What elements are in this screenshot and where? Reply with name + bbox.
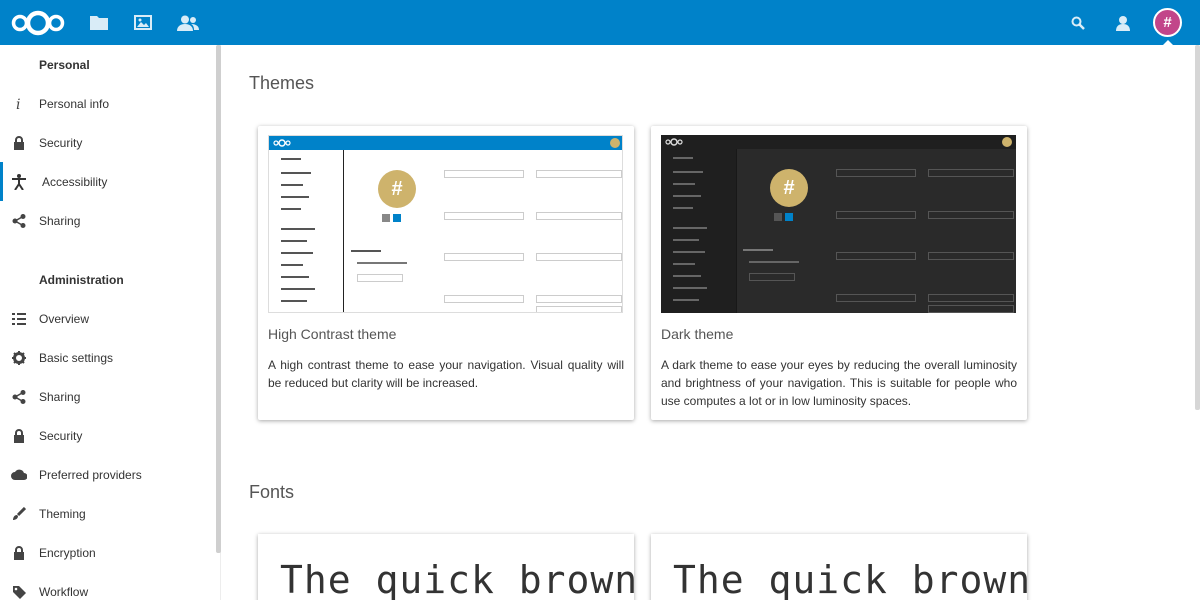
page-scrollbar[interactable] — [1195, 45, 1200, 410]
sidebar-item-label: Security — [39, 135, 83, 150]
font-card-default[interactable]: The quick brown — [258, 534, 634, 600]
fonts-title: Fonts — [249, 482, 295, 502]
sidebar-item-security[interactable]: Security — [0, 123, 216, 162]
svg-text:i: i — [16, 97, 20, 111]
theme-card-dark[interactable]: # Dark theme A dark theme to ease your e… — [651, 126, 1027, 420]
contacts-menu-icon[interactable] — [1112, 0, 1134, 45]
sidebar-item-theming[interactable]: Theming — [0, 494, 216, 533]
font-card-dyslexic[interactable]: The quick brown — [651, 534, 1027, 600]
list-icon — [11, 311, 27, 327]
sidebar-item-basic-settings[interactable]: Basic settings — [0, 338, 216, 377]
avatar-initial: # — [1163, 14, 1172, 31]
sidebar-item-workflow[interactable]: Workflow — [0, 572, 216, 600]
font-sample-text: The quick brown — [673, 558, 1027, 600]
sidebar-item-label: Accessibility — [42, 174, 108, 189]
top-header: # — [0, 0, 1200, 46]
theme-name: High Contrast theme — [268, 326, 397, 342]
sidebar-item-label: Security — [39, 428, 83, 443]
sidebar-item-label: Encryption — [39, 545, 96, 560]
lock-icon — [11, 545, 27, 561]
sidebar-item-label: Overview — [39, 311, 90, 326]
sidebar-item-personal-info[interactable]: i Personal info — [0, 84, 216, 123]
files-icon[interactable] — [88, 0, 110, 45]
sidebar-item-preferred-providers[interactable]: Preferred providers — [0, 455, 216, 494]
administration-heading: Administration — [39, 273, 124, 287]
sidebar-item-admin-sharing[interactable]: Sharing — [0, 377, 216, 416]
brush-icon — [11, 506, 27, 522]
sidebar-item-label: Sharing — [39, 213, 81, 228]
lock-icon — [11, 135, 27, 151]
lock-icon — [11, 428, 27, 444]
sidebar-item-label: Preferred providers — [39, 467, 142, 482]
nextcloud-logo[interactable] — [10, 0, 66, 45]
sidebar-item-admin-security[interactable]: Security — [0, 416, 216, 455]
sidebar-item-encryption[interactable]: Encryption — [0, 533, 216, 572]
gear-icon — [11, 350, 27, 366]
share-icon — [11, 213, 27, 229]
photos-icon[interactable] — [132, 0, 154, 45]
font-sample-text: The quick brown — [280, 558, 634, 600]
share-icon — [11, 389, 27, 405]
sidebar-item-label: Theming — [39, 506, 86, 521]
sidebar-item-label: Personal info — [39, 96, 110, 111]
mini-avatar: # — [770, 169, 808, 207]
active-indicator-caret — [1162, 40, 1174, 46]
personal-heading: Personal — [39, 58, 90, 72]
sidebar-item-label: Basic settings — [39, 350, 114, 365]
theme-description: A high contrast theme to ease your navig… — [268, 358, 624, 390]
sidebar-scrollbar[interactable] — [216, 45, 221, 553]
theme-card-high-contrast[interactable]: # High Contrast theme A high contrast th… — [258, 126, 634, 420]
mini-avatar: # — [378, 170, 416, 208]
sidebar-item-sharing[interactable]: Sharing — [0, 201, 216, 240]
search-icon[interactable] — [1068, 0, 1088, 45]
sidebar-item-accessibility[interactable]: Accessibility — [0, 162, 216, 201]
info-icon: i — [11, 96, 27, 112]
accessibility-icon — [11, 173, 27, 190]
sidebar-item-label: Sharing — [39, 389, 81, 404]
cloud-icon — [11, 467, 27, 483]
user-avatar[interactable]: # — [1153, 8, 1182, 37]
themes-title: Themes — [249, 73, 315, 93]
dark-theme-preview-image: # — [661, 135, 1016, 313]
theme-description: A dark theme to ease your eyes by reduci… — [661, 358, 1017, 408]
high-contrast-preview-image: # — [268, 135, 623, 313]
tag-icon — [11, 584, 27, 600]
sidebar-item-label: Workflow — [39, 584, 89, 599]
sidebar-item-overview[interactable]: Overview — [0, 299, 216, 338]
contacts-icon[interactable] — [176, 0, 200, 45]
theme-name: Dark theme — [661, 326, 734, 342]
settings-sidebar: Personal i Personal info Security Access… — [0, 45, 221, 600]
